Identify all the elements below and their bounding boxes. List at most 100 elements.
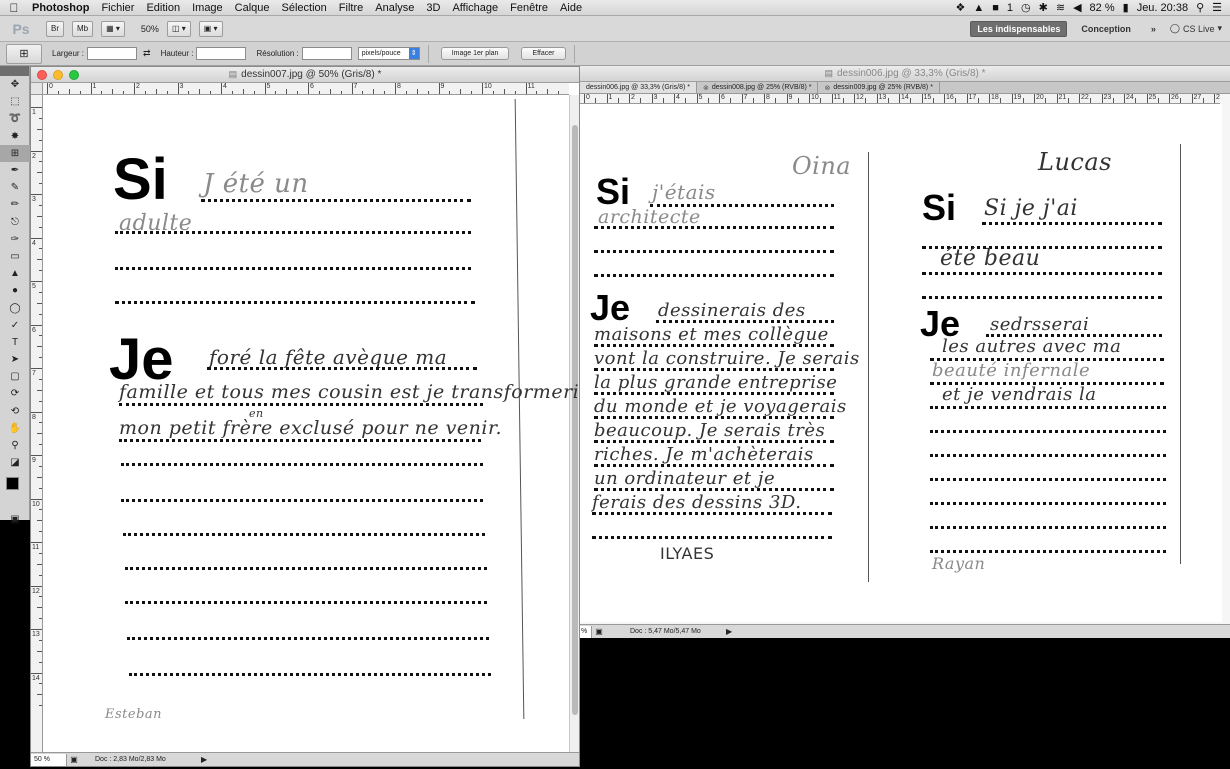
- tab-dessin009[interactable]: ⊗ dessin009.jpg @ 25% (RVB/8) *: [818, 82, 940, 93]
- apple-menu-icon[interactable]: : [0, 1, 28, 15]
- view-extras-button[interactable]: ▦ ▾: [101, 20, 125, 37]
- foreground-color-swatch[interactable]: [6, 477, 19, 491]
- volume-icon[interactable]: ◀: [1073, 1, 1081, 14]
- zoom-window-button[interactable]: [69, 70, 79, 80]
- status-menu-arrow-icon[interactable]: ▶: [201, 755, 207, 764]
- color-swatches[interactable]: [0, 471, 29, 511]
- menu-affichage[interactable]: Affichage: [446, 2, 504, 14]
- brush-tool-icon[interactable]: ✏: [0, 196, 30, 213]
- menu-fichier[interactable]: Fichier: [95, 2, 140, 14]
- bridge-button[interactable]: Br: [46, 20, 64, 37]
- crop-tool-preset-picker[interactable]: ⊞: [6, 43, 42, 64]
- status-menu-arrow-icon[interactable]: ▶: [726, 627, 732, 636]
- battery-icon[interactable]: ▮: [1123, 1, 1129, 14]
- close-icon[interactable]: ⊗: [824, 84, 830, 92]
- swap-dimensions-icon[interactable]: ⇄: [143, 48, 151, 59]
- document-titlebar[interactable]: ▤ dessin007.jpg @ 50% (Gris/8) *: [31, 67, 579, 83]
- screen-mode-button[interactable]: ▣ ▾: [198, 20, 223, 37]
- notification-center-icon[interactable]: ☰: [1212, 1, 1222, 14]
- clock[interactable]: Jeu. 20:38: [1137, 2, 1188, 14]
- document-status-bar: 50 % ▣ Doc : 2,83 Mo/2,83 Mo ▶: [31, 752, 579, 766]
- zoom-tool-icon[interactable]: ⚲: [0, 437, 30, 454]
- scrollbar-thumb[interactable]: [572, 125, 578, 715]
- width-field[interactable]: [87, 47, 138, 60]
- workspace-essentials[interactable]: Les indispensables: [970, 20, 1068, 37]
- handwritten-text: maisons et mes collègue: [594, 324, 829, 345]
- tools-panel-header[interactable]: [0, 66, 29, 76]
- workspace-design[interactable]: Conception: [1075, 21, 1137, 37]
- menu-fenetre[interactable]: Fenêtre: [504, 2, 554, 14]
- tab-dessin008[interactable]: ⊗ dessin008.jpg @ 25% (RVB/8) *: [697, 82, 819, 93]
- zoom-level-select[interactable]: 50%: [141, 24, 159, 34]
- menu-aide[interactable]: Aide: [554, 2, 588, 14]
- dropbox-icon[interactable]: ❖: [955, 1, 965, 14]
- type-tool-icon[interactable]: T: [0, 334, 30, 351]
- menu-edition[interactable]: Edition: [140, 2, 186, 14]
- bluetooth-icon[interactable]: ✱: [1039, 1, 1048, 14]
- menu-app-photoshop[interactable]: Photoshop: [28, 2, 95, 14]
- front-image-button[interactable]: Image 1er plan: [440, 47, 510, 60]
- tab-dessin006[interactable]: dessin006.jpg @ 33,3% (Gris/8) *: [580, 82, 697, 93]
- minimize-window-button[interactable]: [53, 70, 63, 80]
- mini-bridge-button[interactable]: Mb: [72, 20, 94, 37]
- clone-stamp-tool-icon[interactable]: ⎋: [0, 214, 30, 231]
- history-brush-tool-icon[interactable]: ✑: [0, 231, 30, 248]
- cs-live-menu[interactable]: ◯ CS Live ▾: [1170, 23, 1222, 34]
- canvas-page[interactable]: Si J été un adulte Je foré la fête avèqu…: [43, 95, 579, 753]
- quick-selection-tool-icon[interactable]: ✸: [0, 128, 30, 145]
- arrange-documents-button[interactable]: ◫ ▾: [166, 20, 191, 37]
- move-tool-icon[interactable]: ✥: [0, 76, 30, 93]
- vertical-scrollbar[interactable]: [569, 95, 579, 752]
- lasso-tool-icon[interactable]: ➰: [0, 110, 30, 127]
- canvas-page[interactable]: Oina Si j'étais architecte Je dessinerai…: [580, 104, 1222, 622]
- height-field[interactable]: [196, 47, 247, 60]
- ruler-number: 9: [788, 94, 793, 101]
- menu-analyse[interactable]: Analyse: [369, 2, 420, 14]
- path-selection-tool-icon[interactable]: ➤: [0, 351, 30, 368]
- horizontal-ruler[interactable]: 0 1 2 3 4 5 6 7 8 9 10 11 12 13 14 15 16 17 18 19 20 21 22 23 24…: [580, 94, 1220, 104]
- marquee-tool-icon[interactable]: ⬚: [0, 93, 30, 110]
- status-zoom-field[interactable]: %: [580, 625, 592, 638]
- spotlight-search-icon[interactable]: ⚲: [1196, 1, 1204, 14]
- menu-selection[interactable]: Sélection: [276, 2, 333, 14]
- menu-calque[interactable]: Calque: [229, 2, 276, 14]
- time-machine-icon[interactable]: ◷: [1021, 1, 1031, 14]
- status-zoom-field[interactable]: 50 %: [31, 753, 67, 766]
- vertical-ruler[interactable]: 1 2 3 4 5 6 7 8 9 10 11 12 13 14: [31, 95, 43, 752]
- quick-mask-icon[interactable]: ▣: [0, 511, 30, 528]
- status-info-icon[interactable]: ▣: [67, 755, 81, 764]
- menu-image[interactable]: Image: [186, 2, 229, 14]
- wifi-icon[interactable]: ≋: [1056, 1, 1065, 14]
- dodge-tool-icon[interactable]: ◯: [0, 299, 30, 316]
- menu-filtre[interactable]: Filtre: [333, 2, 369, 14]
- eraser-tool-icon[interactable]: ▭: [0, 248, 30, 265]
- drive-icon[interactable]: ▲: [973, 2, 984, 14]
- ruler-origin[interactable]: [31, 83, 43, 95]
- resolution-unit-select[interactable]: pixels/pouce ⇕: [357, 47, 420, 60]
- pen-tool-icon[interactable]: ✓: [0, 317, 30, 334]
- more-workspaces-button[interactable]: »: [1145, 21, 1162, 37]
- close-icon[interactable]: ⊗: [703, 84, 709, 92]
- clear-button[interactable]: Effacer: [521, 47, 566, 60]
- paint-bucket-tool-icon[interactable]: ▲: [0, 265, 30, 282]
- adobe-icon[interactable]: ■: [992, 2, 999, 14]
- 3d-orbit-tool-icon[interactable]: ⟲: [0, 403, 30, 420]
- horizontal-ruler[interactable]: 0123456789101112: [43, 83, 569, 95]
- ruler-major-tick: [351, 83, 353, 94]
- hand-tool-icon[interactable]: ✋: [0, 420, 30, 437]
- ruler-number: 1: [32, 109, 36, 116]
- document-titlebar[interactable]: ▤ dessin006.jpg @ 33,3% (Gris/8) *: [580, 66, 1230, 82]
- close-window-button[interactable]: [37, 70, 47, 80]
- blur-tool-icon[interactable]: ●: [0, 282, 30, 299]
- eyedropper-tool-icon[interactable]: ✒: [0, 162, 30, 179]
- crop-tool-icon[interactable]: ⊞: [0, 144, 30, 162]
- resolution-field[interactable]: [301, 47, 352, 60]
- rectangle-tool-icon[interactable]: ▢: [0, 368, 30, 385]
- healing-brush-tool-icon[interactable]: ✎: [0, 179, 30, 196]
- status-info-icon[interactable]: ▣: [592, 627, 606, 636]
- ruler-number: 7: [743, 94, 748, 101]
- 3d-rotate-tool-icon[interactable]: ⟳: [0, 385, 30, 402]
- default-colors-icon[interactable]: ◪: [0, 454, 30, 471]
- menu-3d[interactable]: 3D: [420, 2, 446, 14]
- notification-count: 1: [1006, 1, 1014, 14]
